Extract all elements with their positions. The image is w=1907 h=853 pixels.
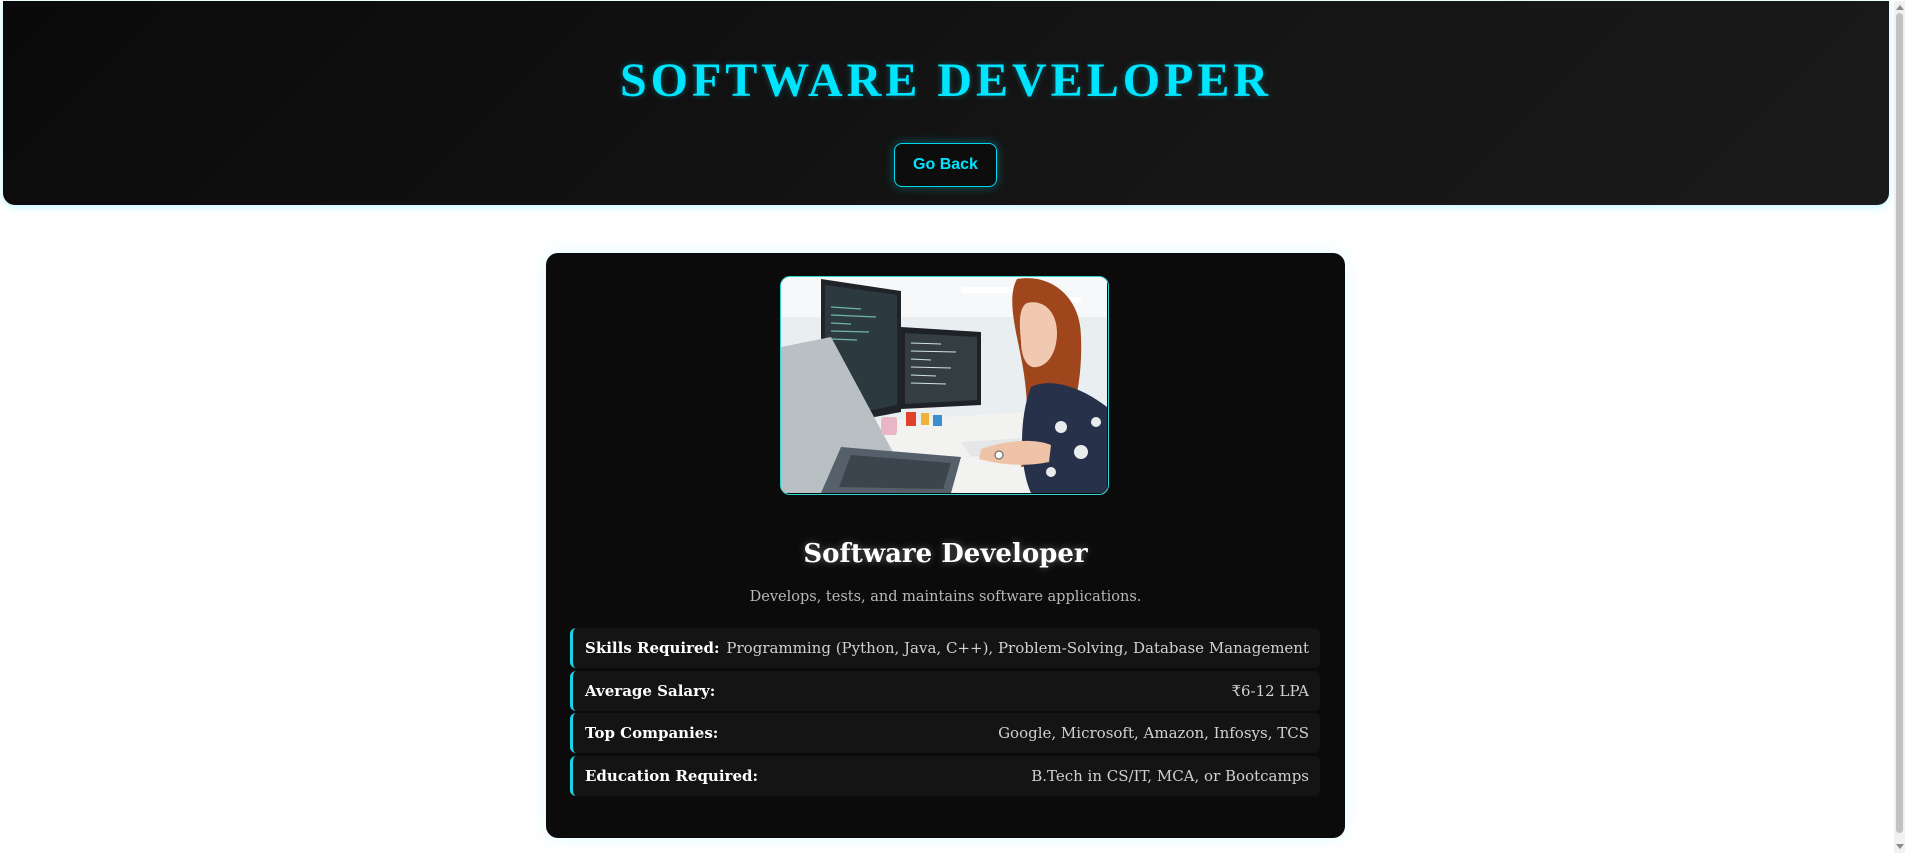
scroll-down-icon[interactable]	[1896, 844, 1904, 849]
page: SOFTWARE DEVELOPER Go Back Software Deve…	[0, 0, 1907, 853]
detail-row-education: Education Required: B.Tech in CS/IT, MCA…	[570, 755, 1320, 796]
career-description: Develops, tests, and maintains software …	[749, 589, 1142, 605]
detail-value: ₹6-12 LPA	[1231, 681, 1309, 700]
detail-value: B.Tech in CS/IT, MCA, or Bootcamps	[1031, 766, 1309, 785]
page-title: SOFTWARE DEVELOPER	[619, 54, 1273, 107]
detail-label: Skills Required:	[585, 639, 720, 657]
scroll-thumb[interactable]	[1896, 13, 1903, 833]
scroll-up-icon[interactable]	[1896, 5, 1904, 10]
detail-label: Top Companies:	[585, 724, 719, 742]
career-card: Software Developer Develops, tests, and …	[546, 253, 1345, 838]
detail-label: Average Salary:	[585, 681, 716, 700]
detail-row-skills: Skills Required: Programming (Python, Ja…	[570, 628, 1320, 668]
vertical-scrollbar[interactable]	[1894, 1, 1905, 853]
go-back-button[interactable]: Go Back	[894, 143, 997, 187]
page-header: SOFTWARE DEVELOPER Go Back	[3, 1, 1889, 205]
career-title: Software Developer	[803, 539, 1088, 569]
detail-value: Programming (Python, Java, C++), Problem…	[726, 639, 1309, 657]
career-details: Skills Required: Programming (Python, Ja…	[570, 628, 1320, 798]
career-image	[780, 276, 1109, 495]
detail-value: Google, Microsoft, Amazon, Infosys, TCS	[998, 724, 1309, 742]
detail-row-companies: Top Companies: Google, Microsoft, Amazon…	[570, 713, 1320, 753]
detail-label: Education Required:	[585, 766, 759, 785]
detail-row-salary: Average Salary: ₹6-12 LPA	[570, 670, 1320, 711]
